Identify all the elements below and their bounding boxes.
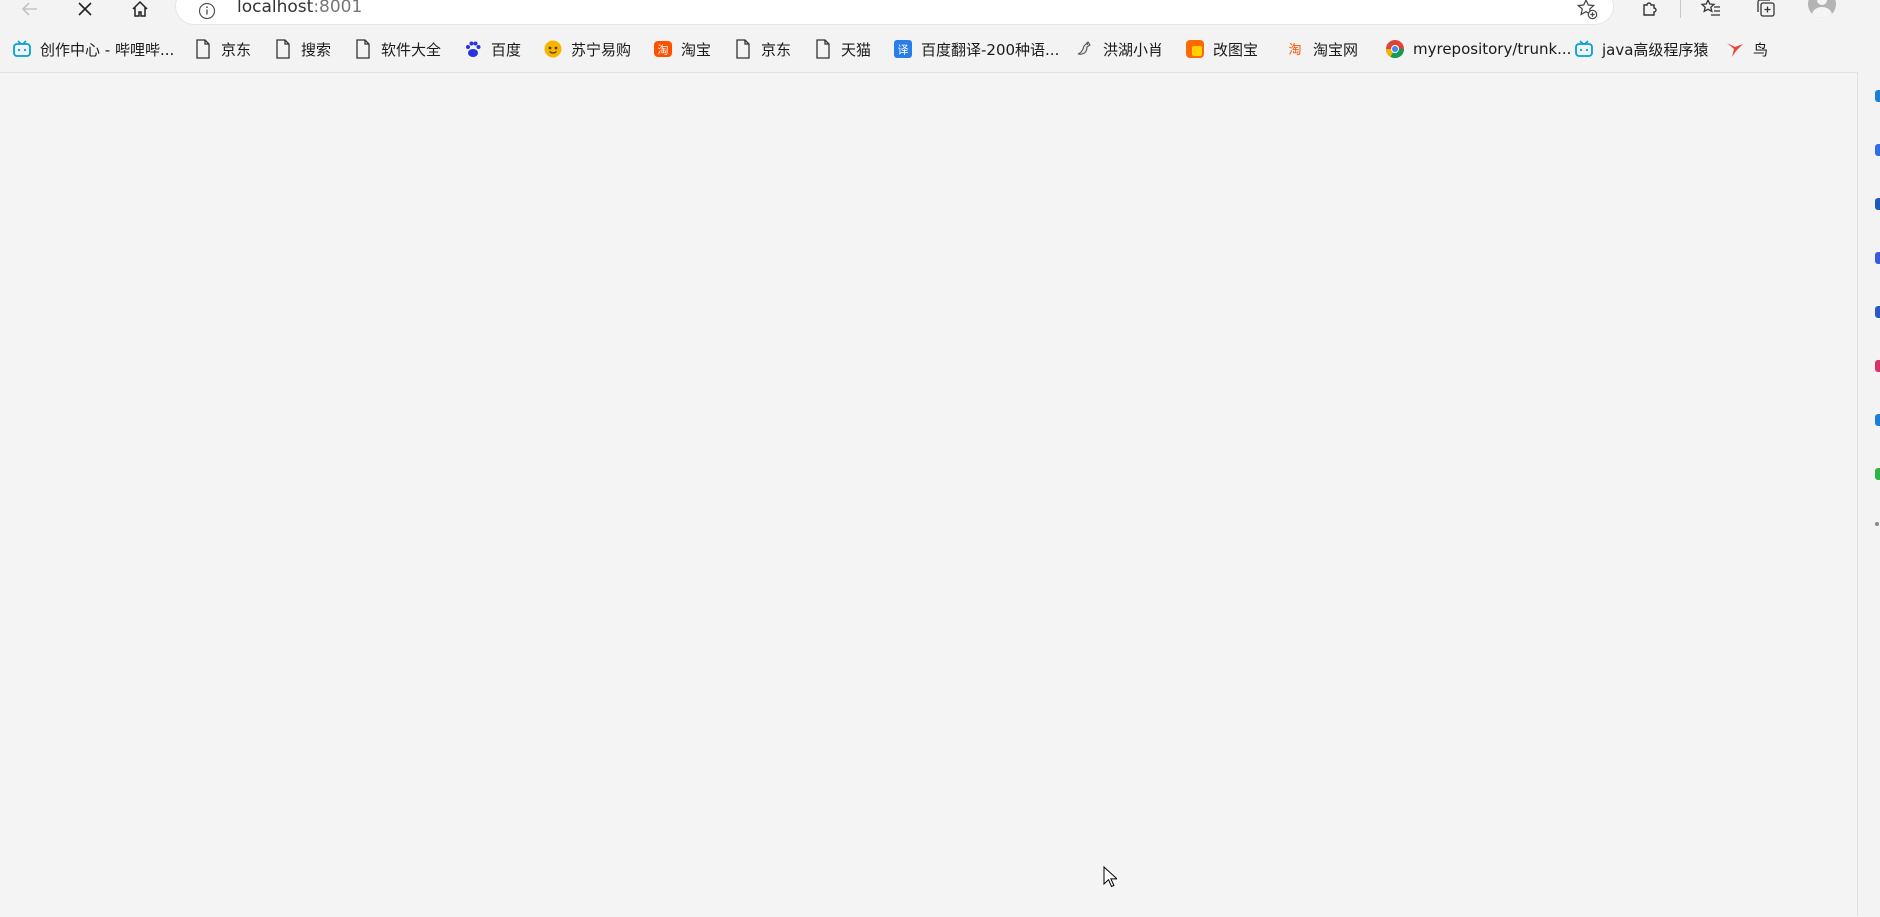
bookmark-baidu-translate[interactable]: 译 百度翻译-200种语... <box>893 36 1059 62</box>
chrome-icon <box>1385 39 1405 59</box>
sidebar-people-icon[interactable] <box>1875 306 1880 318</box>
bilibili-icon <box>12 39 32 59</box>
info-icon[interactable] <box>198 2 216 20</box>
suning-icon <box>543 39 563 59</box>
browser-toolbar: localhost:8001 <box>0 0 1880 30</box>
svg-text:淘: 淘 <box>1288 43 1301 58</box>
svg-text:译: 译 <box>898 44 909 57</box>
home-icon[interactable] <box>125 0 155 24</box>
svg-text:淘: 淘 <box>658 44 669 57</box>
bookmark-bilibili-creator[interactable]: 创作中心 - 哔哩哔... <box>12 36 174 62</box>
gaitubao-icon <box>1185 39 1205 59</box>
bookmark-taobao[interactable]: 淘 淘宝 <box>653 36 711 62</box>
favorite-add-icon[interactable] <box>1576 0 1598 20</box>
bookmark-java[interactable]: java高级程序猿 <box>1574 36 1708 62</box>
bookmark-label: 改图宝 <box>1213 40 1259 59</box>
bookmark-label: 洪湖小肖 <box>1103 40 1164 59</box>
bookmark-label: 苏宁易购 <box>571 40 632 59</box>
bookmark-baidu[interactable]: 百度 <box>463 36 521 62</box>
bookmark-search[interactable]: 搜索 <box>273 36 331 62</box>
taobao-icon: 淘 <box>1285 39 1305 59</box>
collections-icon[interactable] <box>1752 0 1780 22</box>
bilibili-icon <box>1574 39 1594 59</box>
bookmark-label: java高级程序猿 <box>1602 40 1709 59</box>
bookmarks-bar: 创作中心 - 哔哩哔... 京东 搜索 软件大全 百度 苏宁易购 淘 淘宝 京东… <box>0 34 1880 64</box>
bookmark-label: myrepository/trunk... <box>1413 40 1572 58</box>
bookmark-taobao-net[interactable]: 淘 淘宝网 <box>1285 36 1358 62</box>
bird-red-icon <box>1725 39 1745 59</box>
page-icon <box>273 39 293 59</box>
profile-avatar[interactable] <box>1808 0 1836 18</box>
extensions-icon[interactable] <box>1636 0 1664 22</box>
bookmark-gaitubao[interactable]: 改图宝 <box>1185 36 1258 62</box>
bookmark-jd-2[interactable]: 京东 <box>733 36 791 62</box>
taobao-icon: 淘 <box>653 39 673 59</box>
bookmark-label: 百度 <box>491 40 522 59</box>
page-icon <box>733 39 753 59</box>
sidebar-office-icon[interactable] <box>1875 252 1880 264</box>
bird-icon <box>1075 39 1095 59</box>
bookmark-suning[interactable]: 苏宁易购 <box>543 36 631 62</box>
back-arrow-icon[interactable] <box>15 0 45 24</box>
bookmark-honghu[interactable]: 洪湖小肖 <box>1075 36 1163 62</box>
page-content-area[interactable] <box>0 72 1857 917</box>
bookmark-label: 京东 <box>221 40 252 59</box>
baidu-paw-icon <box>463 39 483 59</box>
bookmark-label: 软件大全 <box>381 40 442 59</box>
bookmark-label: 天猫 <box>841 40 872 59</box>
bookmark-software[interactable]: 软件大全 <box>353 36 441 62</box>
sidebar-rail <box>1857 72 1880 916</box>
bookmark-bird[interactable]: 鸟 <box>1725 36 1768 62</box>
url-host: localhost <box>237 0 314 17</box>
bookmark-label: 京东 <box>761 40 792 59</box>
page-icon <box>353 39 373 59</box>
sidebar-outlook-icon[interactable] <box>1875 360 1880 372</box>
favorites-icon[interactable] <box>1697 0 1725 22</box>
bookmark-tmall[interactable]: 天猫 <box>813 36 871 62</box>
bookmark-label: 淘宝 <box>681 40 712 59</box>
sidebar-games-icon[interactable] <box>1875 198 1880 210</box>
bookmark-label: 搜索 <box>301 40 332 59</box>
sidebar-drop-icon[interactable] <box>1875 468 1880 480</box>
mouse-cursor-icon <box>1103 866 1117 888</box>
bookmark-label: 淘宝网 <box>1313 40 1359 59</box>
sidebar-search-icon[interactable] <box>1875 90 1880 102</box>
bookmark-label: 鸟 <box>1753 40 1769 59</box>
address-bar[interactable]: localhost:8001 <box>176 0 1613 24</box>
translate-icon: 译 <box>893 39 913 59</box>
page-icon <box>813 39 833 59</box>
sidebar-add-icon[interactable] <box>1875 522 1879 526</box>
url-port: :8001 <box>313 0 363 17</box>
close-icon[interactable] <box>70 0 100 24</box>
toolbar-divider <box>1680 0 1681 18</box>
bookmark-label: 百度翻译-200种语... <box>921 40 1060 59</box>
page-icon <box>193 39 213 59</box>
sidebar-shopping-icon[interactable] <box>1875 414 1880 426</box>
bookmark-jd[interactable]: 京东 <box>193 36 251 62</box>
bookmark-myrepository[interactable]: myrepository/trunk... <box>1385 36 1571 62</box>
url-text[interactable]: localhost:8001 <box>237 0 362 17</box>
sidebar-tools-icon[interactable] <box>1875 144 1880 156</box>
bookmark-label: 创作中心 - 哔哩哔... <box>40 40 175 59</box>
